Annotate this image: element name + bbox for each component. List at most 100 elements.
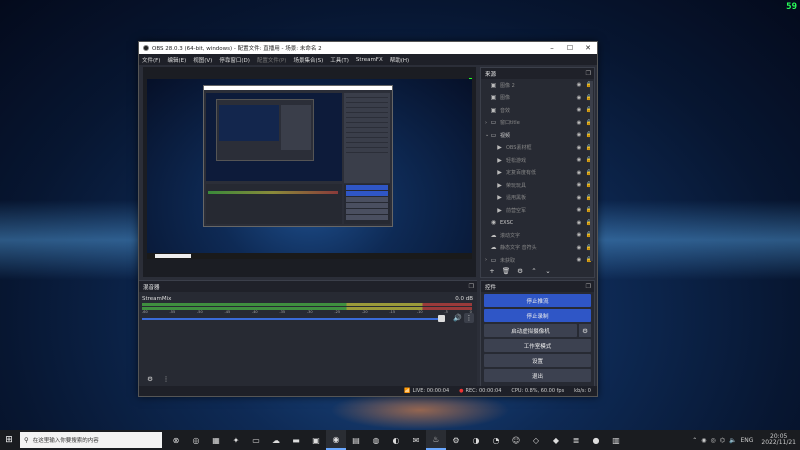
eye-icon[interactable]: ◉ bbox=[574, 132, 584, 138]
eye-icon[interactable]: ◉ bbox=[574, 182, 584, 188]
source-item[interactable]: ▶ 前营空军 ◉ 🔒 bbox=[481, 204, 594, 217]
input-lang[interactable]: ENG bbox=[740, 437, 753, 444]
preview-panel[interactable] bbox=[143, 67, 476, 277]
eye-icon[interactable]: ◉ bbox=[574, 232, 584, 238]
exit-button[interactable]: 退出 bbox=[484, 369, 591, 382]
menu-item-0[interactable]: 文件(F) bbox=[142, 56, 160, 64]
settings-button[interactable]: 设置 bbox=[484, 354, 591, 367]
source-item[interactable]: › ▭ 窗口title ◉ 🔒 bbox=[481, 117, 594, 130]
source-item[interactable]: ▣ 音效 ◉ 🔒 bbox=[481, 104, 594, 117]
source-item[interactable]: ▶ OBS素材框 ◉ 🔒 bbox=[481, 142, 594, 155]
chevron-up-icon[interactable]: ⌃ bbox=[692, 437, 697, 444]
move-down-button[interactable]: ⌄ bbox=[541, 267, 555, 275]
app-icon[interactable]: ✦ bbox=[226, 430, 246, 450]
studio-mode-button[interactable]: 工作室模式 bbox=[484, 339, 591, 352]
wechat-icon[interactable]: ✉ bbox=[406, 430, 426, 450]
discord-icon[interactable]: ☺ bbox=[506, 430, 526, 450]
volume-fader-handle[interactable] bbox=[437, 315, 445, 322]
source-item[interactable]: ▶ 轻松游戏 ◉ 🔒 bbox=[481, 154, 594, 167]
eye-icon[interactable]: ◉ bbox=[574, 82, 584, 88]
eye-icon[interactable]: ◉ bbox=[574, 220, 584, 226]
gear-icon[interactable]: ⚙ bbox=[579, 324, 591, 337]
eye-icon[interactable]: ◉ bbox=[574, 95, 584, 101]
obs-taskbar-icon[interactable]: ◉ bbox=[326, 430, 346, 450]
remove-source-button[interactable]: 🗑 bbox=[499, 267, 513, 275]
taskbar-search-input[interactable]: ⚲ 在这里输入你要搜索的内容 bbox=[20, 432, 162, 448]
eye-icon[interactable]: ◉ bbox=[574, 170, 584, 176]
menu-item-2[interactable]: 视图(V) bbox=[193, 56, 212, 64]
app-icon[interactable]: ▣ bbox=[306, 430, 326, 450]
xbox-icon[interactable]: ⊗ bbox=[166, 430, 186, 450]
app-icon[interactable]: ◔ bbox=[486, 430, 506, 450]
sources-header: 来源 ❐ bbox=[481, 68, 594, 79]
undock-icon[interactable]: ❐ bbox=[469, 283, 474, 290]
app-icon[interactable]: ▤ bbox=[346, 430, 366, 450]
network-icon[interactable]: ⌬ bbox=[720, 437, 725, 444]
windows-start-icon[interactable]: ⊞ bbox=[0, 435, 18, 445]
app-icon[interactable]: ▭ bbox=[246, 430, 266, 450]
eye-icon[interactable]: ◉ bbox=[574, 145, 584, 151]
eye-icon[interactable]: ◉ bbox=[574, 120, 584, 126]
app-icon[interactable]: ▥ bbox=[606, 430, 626, 450]
source-item[interactable]: ☁ 静态文字 音符头 ◉ 🔒 bbox=[481, 242, 594, 255]
mixer-settings-icon[interactable]: ⚙ bbox=[142, 375, 158, 386]
menu-item-6[interactable]: 工具(T) bbox=[330, 56, 349, 64]
title-bar[interactable]: OBS 28.0.3 (64-bit, windows) - 配置文件: 直播用… bbox=[139, 42, 597, 54]
volume-icon[interactable]: 🔈 bbox=[729, 437, 736, 444]
source-item[interactable]: ◉ EXSC ◉ 🔒 bbox=[481, 217, 594, 230]
steam-icon[interactable]: ♨ bbox=[426, 430, 446, 450]
cloud-app-icon[interactable]: ☁ bbox=[266, 430, 286, 450]
track-menu-button[interactable]: ⋮ bbox=[464, 313, 474, 323]
app-icon[interactable]: ◆ bbox=[546, 430, 566, 450]
source-item[interactable]: ☁ 滚动文字 ◉ 🔒 bbox=[481, 229, 594, 242]
source-item[interactable]: ⌄ ▭ 视频 ◉ 🔒 bbox=[481, 129, 594, 142]
start-virtual-camera-button[interactable]: 启动虚拟摄像机 bbox=[484, 324, 577, 337]
minimize-button[interactable]: – bbox=[543, 44, 561, 52]
tray-app-icon[interactable]: ◎ bbox=[710, 437, 715, 444]
app-icon[interactable]: ▦ bbox=[206, 430, 226, 450]
add-source-button[interactable]: + bbox=[485, 267, 499, 275]
menu-item-4[interactable]: 配置文件(P) bbox=[257, 56, 287, 64]
mixer-menu-icon[interactable]: ⋮ bbox=[158, 375, 174, 386]
eye-icon[interactable]: ◉ bbox=[574, 107, 584, 113]
maximize-button[interactable]: ☐ bbox=[561, 44, 579, 52]
app-icon[interactable]: ● bbox=[586, 430, 606, 450]
menu-item-3[interactable]: 停靠窗口(D) bbox=[219, 56, 250, 64]
tray-app-icon[interactable]: ◉ bbox=[701, 437, 706, 444]
source-item[interactable]: ▶ 定复百度有低 ◉ 🔒 bbox=[481, 167, 594, 180]
stop-streaming-button[interactable]: 停止推流 bbox=[484, 294, 591, 307]
chrome-icon[interactable]: ◍ bbox=[366, 430, 386, 450]
menu-item-1[interactable]: 编辑(E) bbox=[167, 56, 186, 64]
stop-recording-button[interactable]: 停止录制 bbox=[484, 309, 591, 322]
eye-icon[interactable]: ◉ bbox=[574, 245, 584, 251]
task-view-icon[interactable]: ◎ bbox=[186, 430, 206, 450]
source-item[interactable]: ▶ 荣玩玩具 ◉ 🔒 bbox=[481, 179, 594, 192]
source-item[interactable]: ▣ 图像 ◉ 🔒 bbox=[481, 92, 594, 105]
move-up-button[interactable]: ⌃ bbox=[527, 267, 541, 275]
source-item[interactable]: ▶ 遥用黑板 ◉ 🔒 bbox=[481, 192, 594, 205]
menu-item-7[interactable]: StreamFX bbox=[356, 57, 383, 63]
app-icon[interactable]: ⚙ bbox=[446, 430, 466, 450]
volume-fader[interactable] bbox=[142, 318, 444, 320]
eye-icon[interactable]: ◉ bbox=[574, 257, 584, 263]
menu-item-8[interactable]: 帮助(H) bbox=[390, 56, 409, 64]
source-properties-button[interactable]: ⚙ bbox=[513, 267, 527, 275]
vscode-icon[interactable]: ≣ bbox=[566, 430, 586, 450]
source-item[interactable]: ▣ 图像 2 ◉ 🔒 bbox=[481, 79, 594, 92]
eye-icon[interactable]: ◉ bbox=[574, 195, 584, 201]
eye-icon[interactable]: ◉ bbox=[574, 207, 584, 213]
menu-item-5[interactable]: 场景集合(S) bbox=[293, 56, 323, 64]
preview-canvas[interactable] bbox=[147, 79, 472, 259]
sources-scrollbar[interactable] bbox=[590, 81, 593, 261]
undock-icon[interactable]: ❐ bbox=[586, 283, 591, 290]
speaker-icon[interactable]: 🔊 bbox=[453, 314, 462, 322]
close-button[interactable]: ✕ bbox=[579, 44, 597, 52]
app-icon[interactable]: ◐ bbox=[386, 430, 406, 450]
undock-icon[interactable]: ❐ bbox=[586, 70, 591, 77]
file-explorer-icon[interactable]: ▬ bbox=[286, 430, 306, 450]
app-icon[interactable]: ◇ bbox=[526, 430, 546, 450]
app-icon[interactable]: ◑ bbox=[466, 430, 486, 450]
clock-date: 2022/11/21 bbox=[761, 439, 796, 446]
eye-icon[interactable]: ◉ bbox=[574, 157, 584, 163]
clock[interactable]: 20:05 2022/11/21 bbox=[757, 434, 796, 446]
